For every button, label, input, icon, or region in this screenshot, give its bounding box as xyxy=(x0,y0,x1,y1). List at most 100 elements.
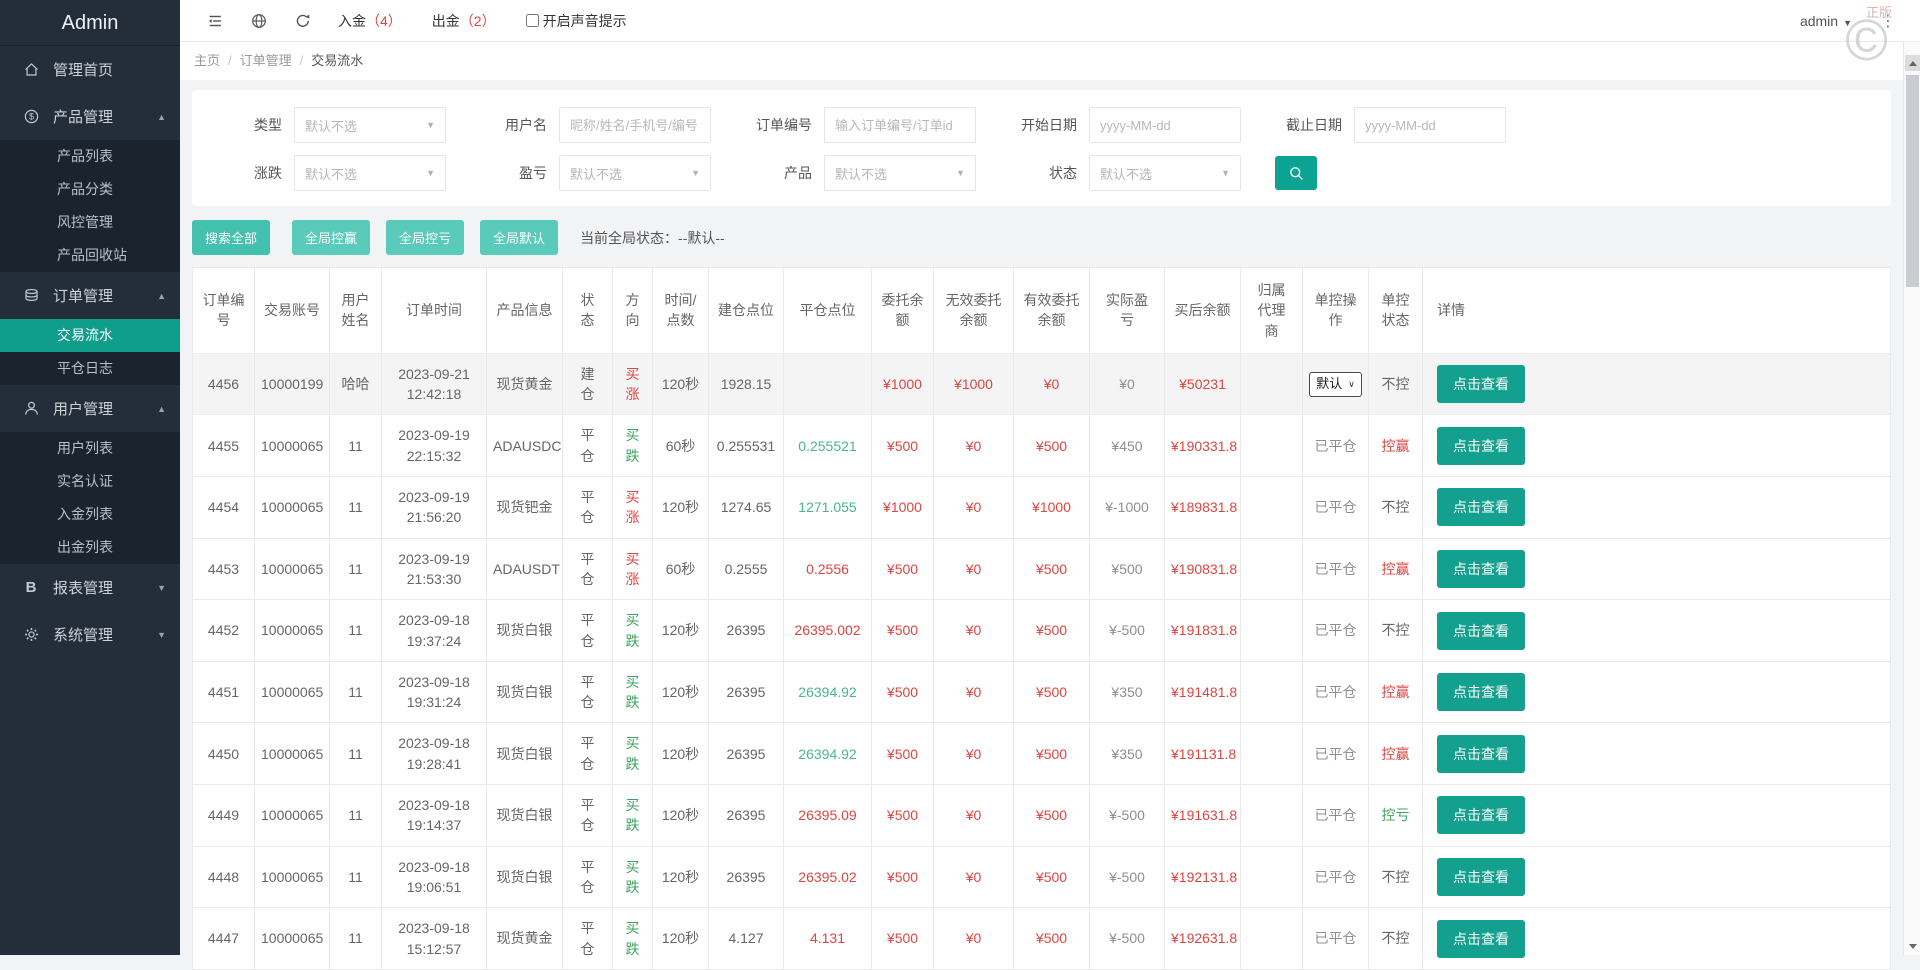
cell: 26395 xyxy=(709,600,784,662)
cell: ¥500 xyxy=(872,846,934,908)
cell: 买 跌 xyxy=(613,723,653,785)
cell: 平 仓 xyxy=(563,846,613,908)
view-detail-button[interactable]: 点击查看 xyxy=(1437,920,1525,958)
filter-select-状态[interactable]: 默认不选▼ xyxy=(1089,155,1241,191)
table-row: 445410000065112023-09-19 21:56:20现货钯金平 仓… xyxy=(193,477,1891,539)
refresh-icon[interactable] xyxy=(294,12,312,30)
cell xyxy=(1241,353,1303,415)
filter-field xyxy=(1252,156,1317,190)
cell: 平 仓 xyxy=(563,661,613,723)
column-header: 委托余 额 xyxy=(872,268,934,354)
control-op-cell: 已平仓 xyxy=(1303,661,1369,723)
main-area: 入金（4） 出金（2） 开启声音提示 admin▼ ⋮ 主页/订单管理/交易流水… xyxy=(180,0,1920,955)
table-row: 445210000065112023-09-18 19:37:24现货白银平 仓… xyxy=(193,600,1891,662)
language-globe-icon[interactable] xyxy=(250,12,268,30)
chevron-up-icon: ▲ xyxy=(157,404,166,414)
filter-select-盈亏[interactable]: 默认不选▼ xyxy=(559,155,711,191)
scroll-up-arrow[interactable] xyxy=(1905,55,1920,71)
cell: ¥500 xyxy=(872,600,934,662)
view-detail-button[interactable]: 点击查看 xyxy=(1437,488,1525,526)
filter-input-截止日期[interactable] xyxy=(1354,107,1506,143)
control-op-cell: 已平仓 xyxy=(1303,785,1369,847)
sidebar-item-risk-manage[interactable]: 风控管理 xyxy=(0,206,180,239)
filter-select-涨跌[interactable]: 默认不选▼ xyxy=(294,155,446,191)
withdraw-link[interactable]: 出金（2） xyxy=(432,11,496,31)
cell: ¥190331.8 xyxy=(1165,415,1241,477)
view-detail-button[interactable]: 点击查看 xyxy=(1437,612,1525,650)
sidebar-item-user-list[interactable]: 用户列表 xyxy=(0,432,180,465)
select-value: 默认不选 xyxy=(1100,164,1152,183)
sidebar-item-close-log[interactable]: 平仓日志 xyxy=(0,352,180,385)
view-detail-button[interactable]: 点击查看 xyxy=(1437,427,1525,465)
sidebar-item-product[interactable]: $产品管理▲ xyxy=(0,93,180,140)
control-status-cell: 控赢 xyxy=(1369,415,1423,477)
view-detail-button[interactable]: 点击查看 xyxy=(1437,796,1525,834)
search-button[interactable] xyxy=(1275,156,1317,190)
global-default-button[interactable]: 全局默认 xyxy=(480,220,558,255)
filter-select-类型[interactable]: 默认不选▼ xyxy=(294,107,446,143)
scrollbar[interactable] xyxy=(1903,42,1920,955)
filter-input-开始日期[interactable] xyxy=(1089,107,1241,143)
cell xyxy=(784,353,872,415)
cell: 10000065 xyxy=(255,415,330,477)
cell: 60秒 xyxy=(653,415,709,477)
filter-select-产品[interactable]: 默认不选▼ xyxy=(824,155,976,191)
user-menu[interactable]: admin▼ xyxy=(1800,13,1852,29)
closed-label: 已平仓 xyxy=(1315,499,1357,515)
sound-alert-toggle[interactable]: 开启声音提示 xyxy=(526,11,627,31)
detail-cell: 点击查看 xyxy=(1423,538,1891,600)
column-header: 订单时间 xyxy=(382,268,487,354)
sidebar-item-product-recycle[interactable]: 产品回收站 xyxy=(0,239,180,272)
sidebar-item-deposit-list[interactable]: 入金列表 xyxy=(0,498,180,531)
sidebar-item-realname-auth[interactable]: 实名认证 xyxy=(0,465,180,498)
cell: ¥191631.8 xyxy=(1165,785,1241,847)
cell: 4450 xyxy=(193,723,255,785)
view-detail-button[interactable]: 点击查看 xyxy=(1437,365,1525,403)
filter-row-2: 涨跌默认不选▼盈亏默认不选▼产品默认不选▼状态默认不选▼ xyxy=(192,155,1891,191)
breadcrumb-item[interactable]: 主页 xyxy=(194,53,220,68)
view-detail-button[interactable]: 点击查看 xyxy=(1437,673,1525,711)
sidebar-item-order[interactable]: 订单管理▲ xyxy=(0,272,180,319)
sound-alert-checkbox[interactable] xyxy=(526,14,539,27)
filter-field: 产品默认不选▼ xyxy=(722,155,976,191)
table-row: 444910000065112023-09-18 19:14:37现货白银平 仓… xyxy=(193,785,1891,847)
filter-input-用户名[interactable] xyxy=(559,107,711,143)
view-detail-button[interactable]: 点击查看 xyxy=(1437,858,1525,896)
sidebar-item-trade-flow[interactable]: 交易流水 xyxy=(0,319,180,352)
control-select[interactable]: 默认∨ xyxy=(1309,372,1362,397)
global-lose-button[interactable]: 全局控亏 xyxy=(386,220,464,255)
control-status-cell: 不控 xyxy=(1369,477,1423,539)
column-header: 订单编 号 xyxy=(193,268,255,354)
sidebar-item-withdraw-list[interactable]: 出金列表 xyxy=(0,531,180,564)
filter-field: 截止日期 xyxy=(1252,107,1506,143)
scroll-down-arrow[interactable] xyxy=(1905,939,1920,953)
control-op-cell: 已平仓 xyxy=(1303,723,1369,785)
sidebar-item-home[interactable]: 管理首页 xyxy=(0,46,180,93)
cell: 买 跌 xyxy=(613,785,653,847)
more-options-icon[interactable]: ⋮ xyxy=(1880,11,1896,31)
filter-input-订单编号[interactable] xyxy=(824,107,976,143)
cell: 平 仓 xyxy=(563,415,613,477)
sidebar-item-product-category[interactable]: 产品分类 xyxy=(0,173,180,206)
cell: ¥0 xyxy=(934,415,1014,477)
cell xyxy=(1241,600,1303,662)
scrollbar-thumb[interactable] xyxy=(1906,75,1919,287)
sidebar-item-report[interactable]: B报表管理▼ xyxy=(0,564,180,611)
breadcrumb-item[interactable]: 订单管理 xyxy=(240,53,292,68)
cell: 26395.02 xyxy=(784,846,872,908)
column-header: 实际盈 亏 xyxy=(1090,268,1165,354)
sidebar-item-user[interactable]: 用户管理▲ xyxy=(0,385,180,432)
sidebar-item-product-list[interactable]: 产品列表 xyxy=(0,140,180,173)
submenu-product: 产品列表产品分类风控管理产品回收站 xyxy=(0,140,180,272)
deposit-link[interactable]: 入金（4） xyxy=(338,11,402,31)
control-op-cell: 已平仓 xyxy=(1303,538,1369,600)
view-detail-button[interactable]: 点击查看 xyxy=(1437,550,1525,588)
product-icon: $ xyxy=(22,108,40,126)
sidebar-item-system[interactable]: 系统管理▼ xyxy=(0,611,180,658)
collapse-menu-icon[interactable] xyxy=(206,12,224,30)
global-win-button[interactable]: 全局控赢 xyxy=(292,220,370,255)
search-all-button[interactable]: 搜索全部 xyxy=(192,220,270,255)
view-detail-button[interactable]: 点击查看 xyxy=(1437,735,1525,773)
control-status-cell: 不控 xyxy=(1369,846,1423,908)
filter-label: 订单编号 xyxy=(722,115,812,135)
